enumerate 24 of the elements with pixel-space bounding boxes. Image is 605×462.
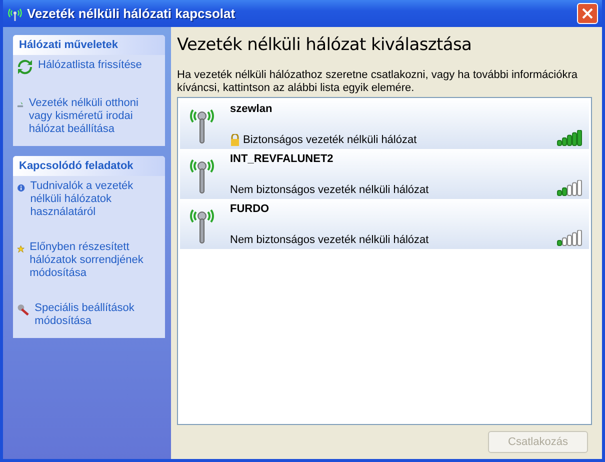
page-heading: Vezeték nélküli hálózat kiválasztása [177,35,473,55]
task-link[interactable]: Vezeték nélküli otthoni vagy kisméretű irodai hálózat beállítása [28,97,161,136]
task-link[interactable]: Tudnivalók a vezeték nélküli hálózatok használatáról [30,180,161,219]
network-item[interactable]: szewlan Biztonságos vezeték nélküli hálózat [180,100,589,150]
network-name: FURDO [230,203,270,215]
task-link[interactable]: Hálózatlista frissítése [38,59,142,72]
panel-title: Kapcsolódó feladatok [13,156,165,176]
network-name: szewlan [230,103,274,115]
task-link[interactable]: Speciális beállítások módosítása [34,302,161,328]
network-name: INT_REVFALUNET2 [230,153,334,165]
security-text: Nem biztonságos vezeték nélküli hálózat [230,234,429,246]
tools-icon [17,302,30,318]
network-item[interactable]: FURDO Nem biztonságos vezeték nélküli hálózat [180,200,589,250]
panel-title: Hálózati műveletek [13,35,165,55]
close-icon [582,8,593,19]
network-item[interactable]: INT_REVFALUNET2 Nem biztonságos vezeték nélküli hálózat [180,150,589,200]
refresh-icon [17,59,33,75]
security-text: Nem biztonságos vezeték nélküli hálózat [230,184,429,196]
security-text: Biztonságos vezeték nélküli hálózat [243,134,417,146]
window-title: Vezeték nélküli hálózati kapcsolat [27,6,236,21]
close-button[interactable] [577,3,598,24]
description-text: Ha vezeték nélküli hálózathoz szeretne csatlakozni, vagy ha további információkra kíváncsi, kattintson az alábbi lista egyik elemére. [177,69,578,95]
task-link[interactable]: Előnyben részesített hálózatok sorrendjének módosítása [30,241,161,280]
wireless-icon [7,6,23,20]
